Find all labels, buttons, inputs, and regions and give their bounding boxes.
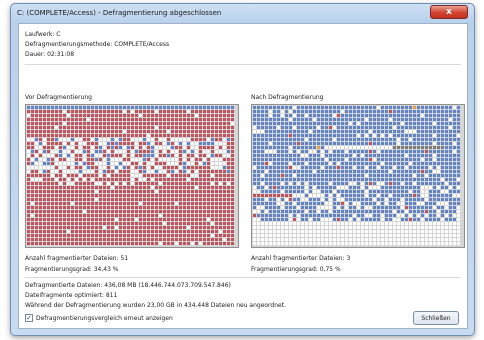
show-again-label[interactable]: Defragmentierungsvergleich erneut anzeig… <box>36 315 173 322</box>
after-fragmentation: Fragmentierungsgrad: 0,75 % <box>251 266 341 273</box>
divider-top <box>25 64 461 65</box>
summary-defragmented: Defragmentierte Dateien: 436,08 MB (18.4… <box>25 282 231 289</box>
checkmark-icon: ✓ <box>26 313 32 322</box>
before-label: Vor Defragmentierung <box>25 94 92 101</box>
summary-optimized: Dateifragmente optimiert: 811 <box>25 292 118 299</box>
after-cluster-map <box>251 104 465 248</box>
show-again-checkbox[interactable]: ✓ <box>25 314 33 322</box>
divider-middle <box>25 277 461 278</box>
summary-moved: Während der Defragmentierung wurden 23,0… <box>25 302 286 309</box>
defrag-result-dialog: C: (COMPLETE/Access) - Defragmentierung … <box>10 3 475 336</box>
after-label: Nach Defragmentierung <box>251 94 324 101</box>
show-again-option[interactable]: ✓ Defragmentierungsvergleich erneut anze… <box>25 314 173 322</box>
close-icon: x <box>446 6 452 17</box>
close-button[interactable]: Schließen <box>413 311 459 325</box>
before-fragmented-files: Anzahl fragmentierter Dateien: 51 <box>25 255 129 262</box>
drive-info: Laufwerk: C Defragmentierungsmethode: CO… <box>25 30 169 60</box>
before-fragmentation: Fragmentierungsgrad: 34,43 % <box>25 266 119 273</box>
drive-label: Laufwerk: C <box>25 31 61 38</box>
title-bar[interactable]: C: (COMPLETE/Access) - Defragmentierung … <box>11 4 474 22</box>
method-label: Defragmentierungsmethode: COMPLETE/Acces… <box>25 41 170 48</box>
after-cluster-grid <box>253 106 460 245</box>
after-fragmented-files: Anzahl fragmentierter Dateien: 3 <box>251 255 351 262</box>
summary-block: Defragmentierte Dateien: 436,08 MB (18.4… <box>25 281 286 311</box>
duration-label: Dauer: 02:31:08 <box>25 51 75 58</box>
window-close-button[interactable]: x <box>430 5 468 19</box>
window-title: C: (COMPLETE/Access) - Defragmentierung … <box>17 9 222 17</box>
dialog-content: Laufwerk: C Defragmentierungsmethode: CO… <box>18 23 468 329</box>
before-cluster-grid <box>27 106 234 245</box>
before-cluster-map <box>25 104 239 248</box>
